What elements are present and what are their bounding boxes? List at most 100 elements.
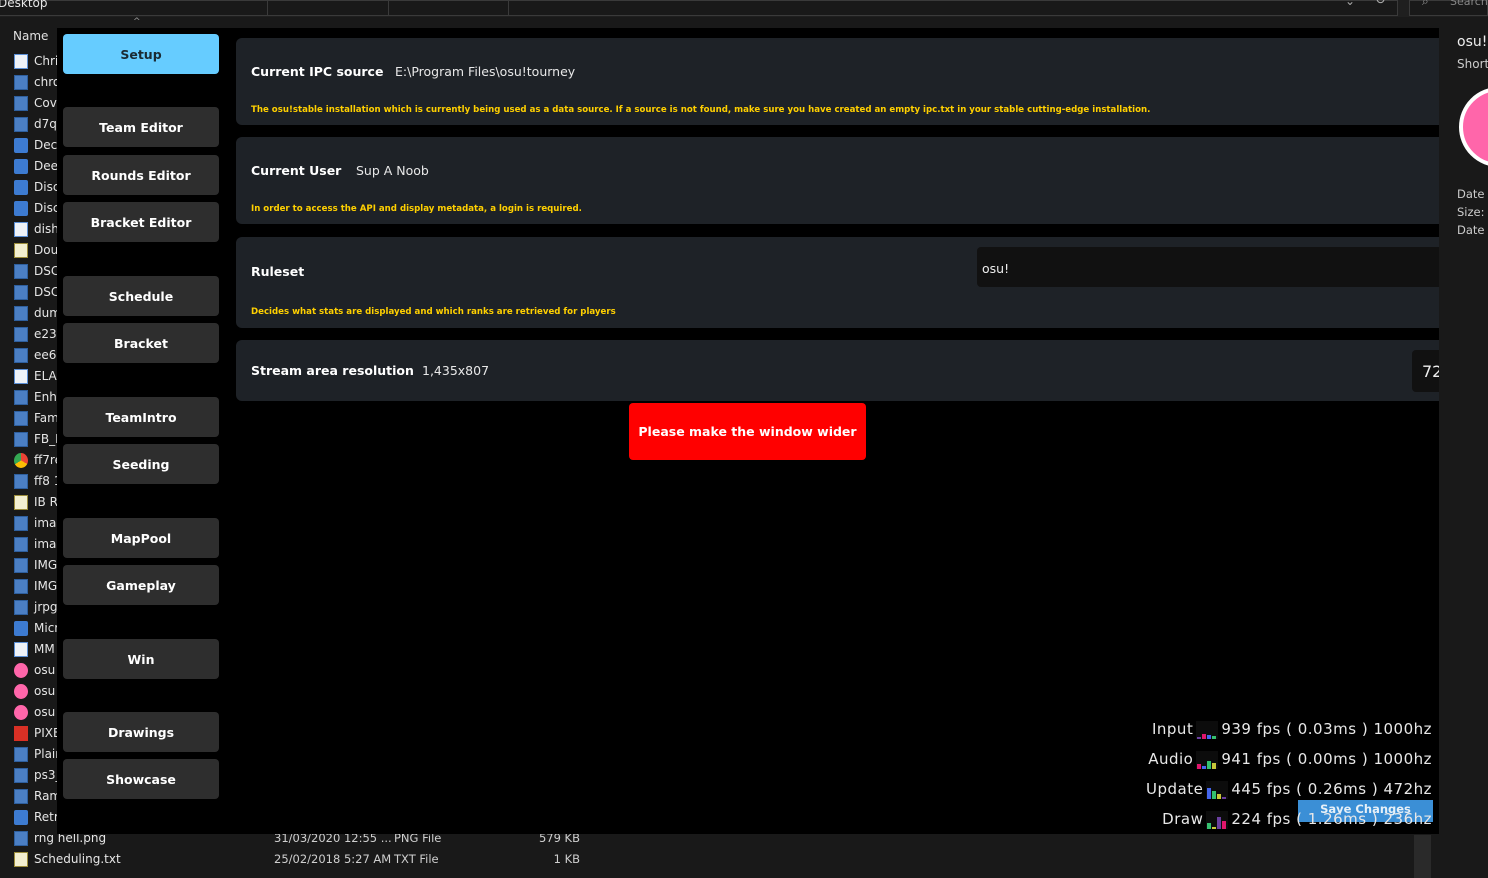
fps-row-update: Update 445 fps ( 0.26ms ) 472hz	[1146, 780, 1432, 802]
ruleset-dropdown[interactable]: osu!	[977, 247, 1439, 287]
scrollbar[interactable]	[1414, 835, 1431, 878]
image-icon	[14, 789, 28, 804]
shortcut-icon	[14, 138, 28, 153]
fps-label: Draw	[1162, 810, 1204, 828]
chevron-down-icon[interactable]: ⌄	[1345, 0, 1355, 8]
file-name: Micr	[34, 621, 60, 635]
address-bar[interactable]: Desktop	[0, 0, 1398, 16]
details-property: Size:	[1457, 205, 1485, 219]
doc-icon	[14, 369, 28, 384]
frame-time-graph	[1206, 810, 1229, 829]
fps-label: Update	[1146, 780, 1204, 798]
nav-button-rounds-editor[interactable]: Rounds Editor	[63, 155, 219, 195]
frame-time-bar	[1207, 787, 1212, 799]
image-icon	[14, 516, 28, 531]
nav-button-gameplay[interactable]: Gameplay	[63, 565, 219, 605]
column-separator	[267, 0, 268, 16]
image-icon	[14, 579, 28, 594]
nav-button-bracket[interactable]: Bracket	[63, 323, 219, 363]
ruleset-label: Ruleset	[251, 264, 305, 279]
name-column-header[interactable]: Name	[13, 29, 48, 43]
nav-button-team-editor[interactable]: Team Editor	[63, 107, 219, 147]
image-icon	[14, 306, 28, 321]
sort-caret-icon: ^	[133, 17, 141, 27]
file-name: dish	[34, 222, 59, 236]
frame-time-bar	[1202, 765, 1207, 769]
frame-time-graph	[1196, 750, 1219, 769]
shortcut-icon	[14, 201, 28, 216]
file-name: Retr	[34, 810, 59, 824]
nav-button-setup[interactable]: Setup	[63, 34, 219, 74]
image-icon	[14, 96, 28, 111]
frame-time-bar	[1207, 822, 1212, 829]
nav-button-schedule[interactable]: Schedule	[63, 276, 219, 316]
current-user-value: Sup A Noob	[356, 163, 429, 178]
nav-button-bracket-editor[interactable]: Bracket Editor	[63, 202, 219, 242]
nav-button-teamintro[interactable]: TeamIntro	[63, 397, 219, 437]
image-icon	[14, 558, 28, 573]
details-property: Date m	[1457, 187, 1488, 201]
file-name: jrpg	[34, 600, 58, 614]
stream-resolution-value: 1,435x807	[422, 363, 490, 378]
frame-time-bar	[1217, 793, 1222, 799]
frame-time-bar	[1207, 760, 1212, 769]
nav-button-seeding[interactable]: Seeding	[63, 444, 219, 484]
ipc-source-panel: Current IPC source E:\Program Files\osu!…	[236, 38, 1439, 125]
ipc-source-label: Current IPC source	[251, 64, 384, 79]
pdf-icon	[14, 726, 28, 741]
nav-button-mappool[interactable]: MapPool	[63, 518, 219, 558]
refresh-icon[interactable]: ↻	[1375, 0, 1386, 8]
image-icon	[14, 474, 28, 489]
address-text: Desktop	[0, 0, 48, 10]
doc-icon	[14, 222, 28, 237]
frame-time-bar	[1202, 734, 1207, 739]
image-icon	[14, 75, 28, 90]
details-property: Date c	[1457, 223, 1488, 237]
image-icon	[14, 117, 28, 132]
text-icon	[14, 852, 28, 867]
image-icon	[14, 600, 28, 615]
doc-icon	[14, 642, 28, 657]
resolution-textbox[interactable]: 72	[1412, 350, 1439, 392]
stream-resolution-panel: Stream area resolution 1,435x807 72	[236, 340, 1439, 401]
column-separator	[388, 0, 389, 16]
file-type: TXT File	[394, 852, 439, 866]
image-icon	[14, 390, 28, 405]
file-name: Scheduling.txt	[34, 852, 121, 866]
fps-row-draw: Draw 224 fps ( 1.26ms ) 236hz	[1162, 810, 1432, 832]
file-name: Fam	[34, 411, 59, 425]
nav-button-win[interactable]: Win	[63, 639, 219, 679]
search-placeholder: Search	[1450, 0, 1488, 8]
ipc-source-value: E:\Program Files\osu!tourney	[395, 64, 576, 79]
fps-stats: 445 fps ( 0.26ms ) 472hz	[1231, 780, 1432, 798]
file-name: Disc	[34, 180, 60, 194]
shortcut-icon	[14, 180, 28, 195]
doc-icon	[14, 54, 28, 69]
image-icon	[14, 327, 28, 342]
details-title: osu!	[1457, 34, 1488, 50]
nav-button-drawings[interactable]: Drawings	[63, 712, 219, 752]
current-user-description: In order to access the API and display m…	[251, 204, 582, 214]
photo-icon	[14, 411, 28, 426]
shortcut-icon	[14, 159, 28, 174]
file-name: Dou	[34, 243, 59, 257]
text-icon	[14, 243, 28, 258]
fps-label: Audio	[1148, 750, 1194, 768]
image-icon	[14, 768, 28, 783]
frame-time-bar	[1222, 820, 1227, 829]
nav-button-showcase[interactable]: Showcase	[63, 759, 219, 799]
stream-resolution-label: Stream area resolution	[251, 363, 414, 378]
current-user-panel: Current User Sup A Noob In order to acce…	[236, 137, 1439, 224]
file-row[interactable]: Scheduling.txt 25/02/2018 5:27 AM TXT File…	[0, 850, 620, 871]
fps-stats: 224 fps ( 1.26ms ) 236hz	[1231, 810, 1432, 828]
frame-time-bar	[1212, 790, 1217, 799]
chrome-icon	[14, 453, 28, 468]
frame-time-bar	[1212, 736, 1217, 739]
image-icon	[14, 285, 28, 300]
ruleset-panel: Ruleset osu! Decides what stats are disp…	[236, 237, 1439, 328]
frame-time-graph	[1206, 780, 1229, 799]
window-width-warning: Please make the window wider	[629, 403, 866, 460]
image-icon	[14, 264, 28, 279]
file-name: Chri	[34, 54, 59, 68]
image-icon	[14, 831, 28, 846]
